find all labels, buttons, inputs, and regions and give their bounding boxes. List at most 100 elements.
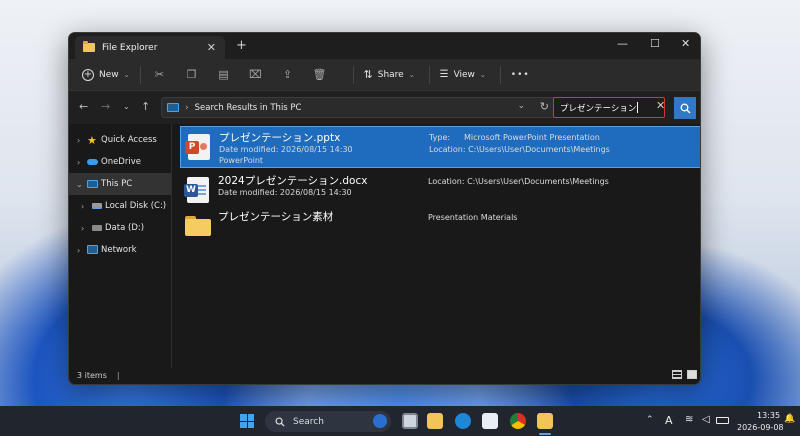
battery-icon[interactable] — [716, 417, 729, 424]
volume-icon[interactable]: ◁ — [702, 414, 710, 425]
sidebar-item-label: Quick Access — [101, 135, 157, 145]
toolbar-divider — [139, 65, 141, 84]
tab-file-explorer[interactable]: File Explorer ✕ — [75, 36, 225, 59]
file-row-folder[interactable]: プレゼンテーション素材 Presentation Materials — [180, 206, 700, 248]
chevron-down-icon[interactable]: ⌄ — [76, 180, 83, 189]
file-app: PowerPoint — [219, 156, 264, 165]
toolbar-divider — [352, 65, 354, 84]
maximize-button[interactable]: ☐ — [650, 37, 660, 50]
share-icon[interactable]: ⇪ — [279, 68, 297, 81]
chevron-right-icon[interactable]: › — [81, 224, 84, 233]
computer-icon — [87, 180, 98, 188]
chrome-icon[interactable] — [510, 413, 526, 429]
status-cursor: | — [116, 370, 120, 380]
sidebar-item-onedrive[interactable]: › OneDrive — [69, 151, 171, 173]
drive-icon — [92, 203, 102, 209]
more-options-button[interactable]: ••• — [511, 70, 530, 80]
taskbar-search[interactable]: Search — [265, 411, 391, 432]
details-view-icon[interactable] — [672, 370, 682, 379]
clock-date[interactable]: 2026-09-08 — [737, 423, 784, 432]
cut-icon[interactable]: ✂ — [151, 68, 169, 81]
edge-icon[interactable] — [455, 413, 471, 429]
sort-label: Share — [377, 69, 404, 80]
search-icon — [275, 417, 285, 427]
file-explorer-taskbar-icon[interactable] — [427, 413, 443, 429]
close-button[interactable]: ✕ — [681, 37, 690, 50]
toolbar-divider — [428, 65, 430, 84]
delete-icon[interactable]: 🗑 — [311, 68, 329, 81]
address-dropdown-icon[interactable]: ⌄ — [517, 101, 525, 111]
file-explorer-window: File Explorer ✕ + — ☐ ✕ + New ⌄ ✂ ❐ ▤ ⌧ … — [68, 32, 701, 385]
tab-close-button[interactable]: ✕ — [207, 41, 216, 54]
address-path: Search Results in This PC — [194, 102, 302, 113]
wifi-icon[interactable]: ≋ — [685, 414, 693, 425]
word-icon: W — [184, 177, 209, 203]
breadcrumb-separator-icon: › — [185, 102, 189, 113]
sidebar-item-label: OneDrive — [101, 157, 141, 167]
clock-time[interactable]: 13:35 — [757, 411, 780, 420]
search-input[interactable]: プレゼンテーション — [553, 97, 665, 118]
file-location: Location: C:\Users\User\Documents\Meetin… — [428, 177, 609, 186]
network-icon — [87, 245, 98, 254]
computer-icon — [167, 103, 179, 112]
chevron-right-icon[interactable]: › — [77, 136, 80, 145]
notification-bell-icon[interactable]: 🔔 — [784, 414, 795, 424]
start-button[interactable] — [240, 414, 254, 428]
minimize-button[interactable]: — — [617, 37, 628, 50]
sidebar-item-this-pc[interactable]: ⌄ This PC — [69, 173, 171, 195]
chevron-right-icon[interactable]: › — [77, 158, 80, 167]
title-bar: File Explorer ✕ + — ☐ ✕ — [69, 33, 700, 59]
refresh-icon[interactable]: ↻ — [540, 100, 549, 113]
chevron-down-icon: ⌄ — [479, 70, 486, 79]
search-icon — [680, 103, 690, 113]
new-button[interactable]: + New ⌄ — [82, 68, 130, 81]
plus-circle-icon: + — [82, 68, 94, 81]
file-date: Date modified: 2026/08/15 14:30 — [218, 188, 352, 197]
sort-button[interactable]: ⇅ Share ⌄ — [364, 68, 415, 81]
sidebar-item-network[interactable]: › Network — [69, 239, 171, 261]
store-icon[interactable] — [482, 413, 498, 429]
chevron-right-icon[interactable]: › — [81, 202, 84, 211]
view-button[interactable]: ☰ View ⌄ — [440, 69, 486, 80]
status-bar: 3 items | — [69, 366, 700, 384]
up-arrow-icon[interactable]: ↑ — [141, 100, 150, 113]
powerpoint-badge: P — [185, 141, 199, 154]
search-button[interactable] — [674, 97, 696, 119]
copy-icon[interactable]: ❐ — [183, 68, 201, 81]
toolbar-divider — [499, 65, 501, 84]
address-field[interactable]: › Search Results in This PC ⌄ ↻ — [161, 97, 556, 118]
cloud-icon — [87, 159, 98, 165]
forward-arrow-icon[interactable]: → — [101, 100, 110, 113]
file-explorer-active-icon[interactable] — [537, 413, 553, 429]
chevron-up-icon[interactable]: ⌃ — [646, 415, 654, 425]
new-tab-button[interactable]: + — [236, 38, 247, 53]
sidebar-item-label: Local Disk (C:) — [105, 201, 167, 211]
search-query: プレゼンテーション — [560, 103, 637, 114]
paste-icon[interactable]: ▤ — [215, 68, 233, 81]
navigation-pane: › ★ Quick Access › OneDrive ⌄ This PC › … — [69, 124, 172, 368]
sidebar-item-quick-access[interactable]: › ★ Quick Access — [69, 129, 171, 151]
sidebar-item-data-d[interactable]: › Data (D:) — [69, 217, 171, 239]
bing-icon — [373, 414, 387, 428]
windows-logo-icon — [240, 414, 247, 421]
chevron-right-icon[interactable]: › — [77, 246, 80, 255]
file-date: Date modified: 2026/08/15 14:30 — [219, 145, 353, 154]
rename-icon[interactable]: ⌧ — [247, 68, 265, 81]
task-view-icon[interactable] — [402, 413, 418, 429]
text-cursor — [637, 102, 639, 113]
clear-search-icon[interactable]: ✕ — [656, 99, 665, 112]
word-badge: W — [184, 184, 198, 197]
file-type-value: Microsoft PowerPoint Presentation — [464, 133, 600, 142]
sidebar-item-local-disk-c[interactable]: › Local Disk (C:) — [69, 195, 171, 217]
folder-description: Presentation Materials — [428, 213, 518, 222]
back-arrow-icon[interactable]: ← — [79, 100, 88, 113]
file-name: プレゼンテーション.pptx — [219, 132, 341, 144]
file-list: P プレゼンテーション.pptx Date modified: 2026/08/… — [173, 124, 700, 368]
active-app-indicator — [539, 433, 551, 435]
recent-chevron-icon[interactable]: ⌄ — [123, 102, 130, 111]
tiles-view-icon[interactable] — [687, 370, 697, 379]
address-bar-row: ← → ⌄ ↑ › Search Results in This PC ⌄ ↻ … — [69, 91, 700, 124]
input-indicator[interactable]: A — [665, 414, 673, 427]
file-row-pptx[interactable]: P プレゼンテーション.pptx Date modified: 2026/08/… — [180, 126, 700, 168]
sort-icon: ⇅ — [363, 68, 373, 81]
